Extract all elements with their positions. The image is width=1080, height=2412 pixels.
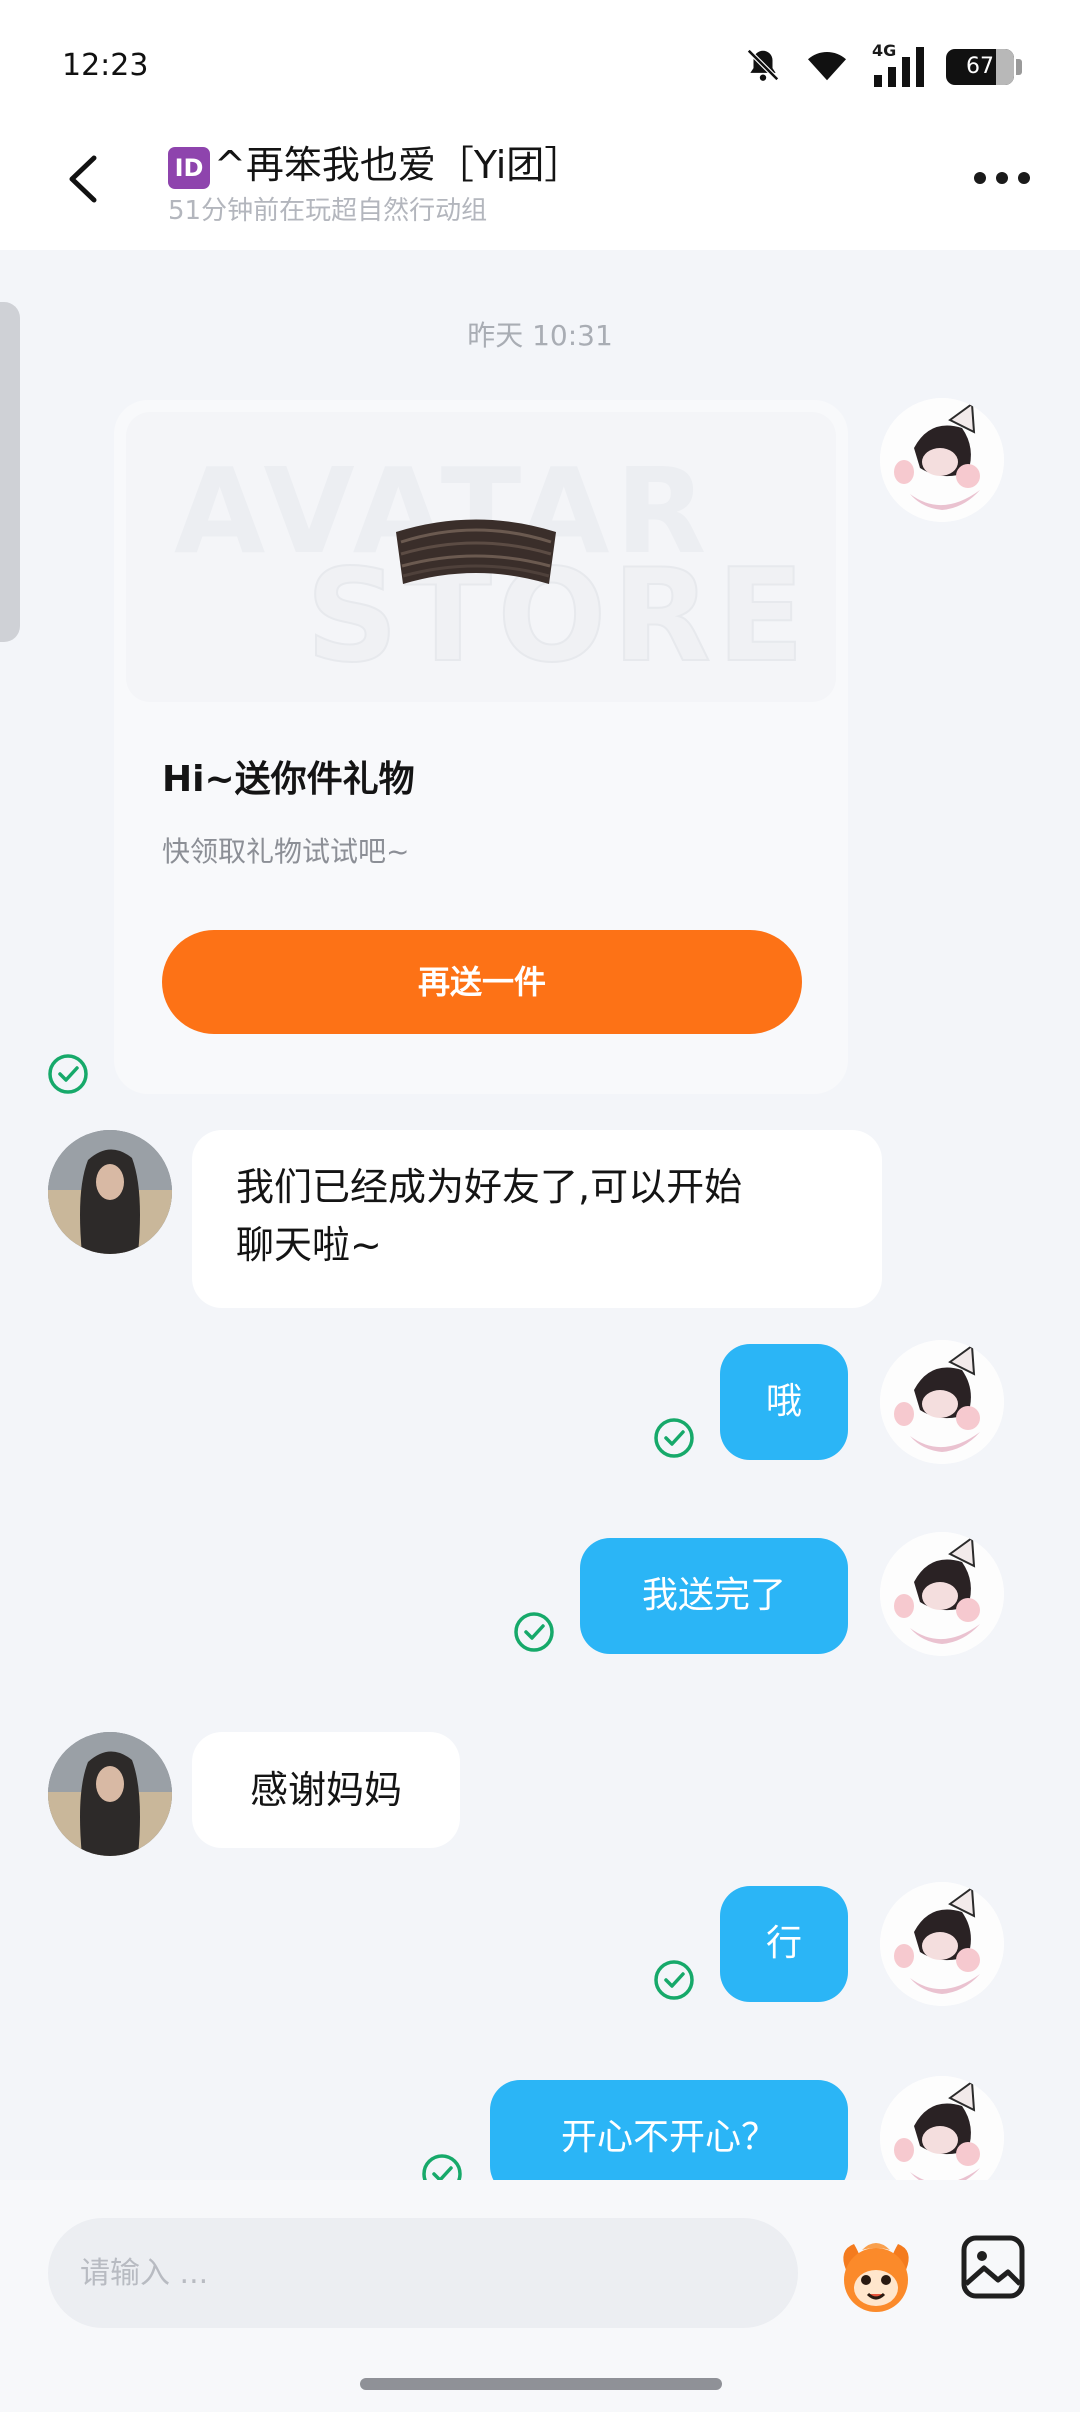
check-circle-icon <box>422 2154 462 2180</box>
image-picker-button[interactable] <box>958 2232 1028 2302</box>
message-text-line: 我们已经成为好友了,可以开始 <box>236 1165 743 1209</box>
image-picker-icon <box>961 2235 1025 2299</box>
contact-avatar[interactable] <box>48 1732 172 1856</box>
battery-level: 67 <box>966 54 994 79</box>
status-icons: 4G 67 <box>744 41 1022 88</box>
more-button[interactable] <box>970 158 1034 198</box>
incoming-message-bubble[interactable]: 感谢妈妈 <box>192 1732 460 1848</box>
girl-photo-avatar-icon <box>48 1732 172 1856</box>
send-another-gift-button[interactable]: 再送一件 <box>162 930 802 1034</box>
outgoing-message-bubble[interactable]: 哦 <box>720 1344 848 1460</box>
mascot-emoji-icon <box>843 2243 909 2312</box>
gift-image: AVATAR STORE <box>126 412 836 702</box>
contact-status: 51分钟前在玩超自然行动组 <box>168 196 488 226</box>
incoming-message-bubble[interactable]: 我们已经成为好友了,可以开始 聊天啦~ <box>192 1130 882 1308</box>
outgoing-message-bubble[interactable]: 行 <box>720 1886 848 2002</box>
check-circle-icon <box>514 1612 554 1652</box>
my-avatar[interactable] <box>880 2076 1004 2180</box>
cat-girl-avatar-icon <box>880 2076 1004 2180</box>
headband-icon <box>396 519 556 584</box>
message-timestamp: 昨天 10:31 <box>467 319 613 352</box>
chat-area[interactable]: 昨天 10:31 AVATAR STORE Hi~送你件礼物 快领取礼物试试吧~… <box>0 250 1080 2180</box>
cat-girl-avatar-icon <box>880 1340 1004 1464</box>
check-circle-icon <box>48 1054 88 1094</box>
chat-header: ID ^再笨我也爱［Yi团］ 51分钟前在玩超自然行动组 <box>0 120 1080 250</box>
status-time: 12:23 <box>62 48 149 83</box>
id-badge: ID <box>168 146 210 189</box>
more-dots-icon <box>974 172 1030 184</box>
cat-girl-avatar-icon <box>880 1882 1004 2006</box>
contact-name-text: ^再笨我也爱［Yi团］ <box>214 143 583 187</box>
status-bar: 12:23 4G 67 <box>0 0 1080 120</box>
wifi-icon <box>804 46 850 88</box>
outgoing-message-bubble[interactable]: 我送完了 <box>580 1538 848 1654</box>
message-input[interactable] <box>48 2218 798 2328</box>
girl-photo-avatar-icon <box>48 1130 172 1254</box>
emoji-button[interactable] <box>832 2230 920 2318</box>
gift-title: Hi~送你件礼物 <box>162 759 415 800</box>
my-avatar[interactable] <box>880 1340 1004 1464</box>
gift-description: 快领取礼物试试吧~ <box>162 835 410 868</box>
cat-girl-avatar-icon <box>880 398 1004 522</box>
cat-girl-avatar-icon <box>880 1532 1004 1656</box>
contact-name[interactable]: ID ^再笨我也爱［Yi团］ <box>168 134 582 189</box>
my-avatar[interactable] <box>880 1882 1004 2006</box>
gift-card[interactable]: AVATAR STORE Hi~送你件礼物 快领取礼物试试吧~ 再送一件 <box>114 400 848 1094</box>
home-indicator[interactable] <box>360 2378 722 2390</box>
contact-avatar[interactable] <box>48 1130 172 1254</box>
check-circle-icon <box>654 1960 694 2000</box>
battery-indicator: 67 <box>946 49 1022 85</box>
message-input-bar <box>0 2180 1080 2412</box>
message-text-line: 聊天啦~ <box>236 1223 382 1267</box>
bell-muted-icon <box>744 46 782 88</box>
back-button[interactable] <box>50 144 120 214</box>
check-circle-icon <box>654 1418 694 1458</box>
outgoing-message-bubble[interactable]: 开心不开心？ <box>490 2080 848 2180</box>
my-avatar[interactable] <box>880 398 1004 522</box>
signal-icon: 4G <box>872 41 924 87</box>
my-avatar[interactable] <box>880 1532 1004 1656</box>
back-arrow-icon <box>69 155 97 203</box>
